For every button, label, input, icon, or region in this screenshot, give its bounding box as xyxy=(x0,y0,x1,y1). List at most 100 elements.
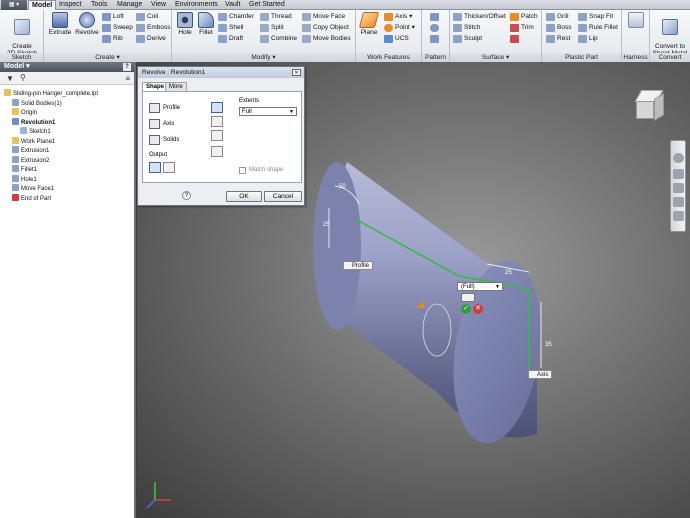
rule-fillet-button[interactable]: Rule Fillet xyxy=(578,23,618,33)
rib-button[interactable]: Rib xyxy=(102,34,123,44)
boss-button[interactable]: Boss xyxy=(546,23,571,33)
axis-button[interactable]: Axis ▾ xyxy=(384,12,412,22)
move-face-button[interactable]: Move Face xyxy=(302,12,345,22)
dimension-50[interactable]: 50 xyxy=(339,184,346,190)
look-at-icon[interactable] xyxy=(673,211,684,221)
dialog-close-icon[interactable]: ✕ xyxy=(292,69,301,76)
help-icon[interactable]: ? xyxy=(182,191,191,200)
coil-button[interactable]: Coil xyxy=(136,12,158,22)
emboss-button[interactable]: Emboss xyxy=(136,23,170,33)
pan-icon[interactable] xyxy=(673,169,684,179)
mini-toolbar-direction-button[interactable] xyxy=(461,293,475,302)
tree-item[interactable]: Sliding-pin Hanger_complete.ipt xyxy=(4,89,98,98)
split-button[interactable]: Split xyxy=(260,23,284,33)
revolve-button[interactable]: Revolve xyxy=(74,12,100,36)
extents-dropdown[interactable]: Full ▼ xyxy=(239,107,297,116)
ucs-button[interactable]: UCS xyxy=(384,34,409,44)
copy-object-button[interactable]: Copy Object xyxy=(302,23,349,33)
dialog-title-bar[interactable]: Revolve : Revolution1 ✕ xyxy=(138,67,304,78)
fillet-button[interactable]: Fillet xyxy=(196,12,216,36)
cut-button[interactable] xyxy=(211,116,223,127)
tab-vault[interactable]: Vault xyxy=(222,0,243,10)
apply-check-icon[interactable]: ✓ xyxy=(461,304,471,314)
thread-button[interactable]: Thread xyxy=(260,12,292,22)
extrude-button[interactable]: Extrude xyxy=(47,12,73,36)
dimension-25-right[interactable]: 25 xyxy=(505,270,512,276)
view-cube[interactable] xyxy=(634,86,668,122)
chamfer-button[interactable]: Chamfer xyxy=(218,12,254,22)
tree-item[interactable]: Sketch1 xyxy=(20,127,51,136)
combine-button[interactable]: Combine xyxy=(260,34,297,44)
loft-button[interactable]: Loft xyxy=(102,12,124,22)
cancel-button[interactable]: Cancel xyxy=(264,191,302,202)
tab-model[interactable]: Model xyxy=(28,0,57,10)
grill-button[interactable]: Grill xyxy=(546,12,569,22)
stitch-button[interactable]: Stitch xyxy=(453,23,480,33)
browser-menu-icon[interactable]: ≡ xyxy=(125,74,130,83)
rest-button[interactable]: Rest xyxy=(546,34,570,44)
harness-button[interactable] xyxy=(626,12,646,29)
tab-inspect[interactable]: Inspect xyxy=(56,0,85,10)
derive-button[interactable]: Derive xyxy=(136,34,166,44)
tree-item[interactable]: Revolution1 xyxy=(12,117,55,127)
tree-item[interactable]: End of Part xyxy=(12,193,51,203)
delete-face-button[interactable] xyxy=(510,34,519,44)
draft-button[interactable]: Draft xyxy=(218,34,243,44)
tree-item[interactable]: Hole1 xyxy=(12,174,37,184)
browser-close-icon[interactable]: ? xyxy=(123,63,131,71)
circular-pattern-button[interactable] xyxy=(430,23,439,33)
tab-more[interactable]: More xyxy=(165,82,187,91)
intersect-button[interactable] xyxy=(211,130,223,141)
output-surface-button[interactable] xyxy=(163,162,175,173)
tree-item[interactable]: Fillet1 xyxy=(12,165,37,174)
tree-item[interactable]: Solid Bodies(1) xyxy=(12,98,62,108)
patch-button[interactable]: Patch xyxy=(510,12,538,22)
tree-item[interactable]: Work Plane1 xyxy=(12,136,55,146)
tree-item[interactable]: Move Face1 xyxy=(12,184,54,193)
tab-environments[interactable]: Environments xyxy=(172,0,221,10)
move-bodies-button[interactable]: Move Bodies xyxy=(302,34,351,44)
output-solid-button[interactable] xyxy=(149,162,161,173)
convert-to-sheet-metal-button[interactable]: Convert to Sheet Metal xyxy=(651,12,689,57)
mini-toolbar-extents-dropdown[interactable]: (Full) ▼ xyxy=(457,282,503,291)
thicken-offset-button[interactable]: Thicken/Offset xyxy=(453,12,506,22)
orbit-icon[interactable] xyxy=(673,197,684,207)
sweep-button[interactable]: Sweep xyxy=(102,23,133,33)
tab-tools[interactable]: Tools xyxy=(88,0,110,10)
new-solid-button[interactable] xyxy=(211,146,223,157)
tree-item[interactable]: Extrusion2 xyxy=(12,155,49,165)
point-button[interactable]: Point ▾ xyxy=(384,23,415,33)
tree-item[interactable]: Extrusion1 xyxy=(12,146,49,155)
application-menu-button[interactable]: ▦ ▾ xyxy=(1,0,27,10)
tab-view[interactable]: View xyxy=(148,0,169,10)
dimension-35[interactable]: 35 xyxy=(545,342,552,348)
plane-button[interactable]: Plane xyxy=(358,12,380,36)
tree-item[interactable]: Origin xyxy=(12,108,37,117)
lip-button[interactable]: Lip xyxy=(578,34,598,44)
zoom-icon[interactable] xyxy=(673,183,684,193)
tab-get-started[interactable]: Get Started xyxy=(246,0,288,10)
join-button[interactable] xyxy=(211,102,223,113)
match-shape-checkbox[interactable]: Match shape xyxy=(239,166,283,175)
shell-button[interactable]: Shell xyxy=(218,23,243,33)
create-2d-sketch-button[interactable]: Create 2D Sketch xyxy=(6,12,38,57)
browser-title[interactable]: Model ▾ xyxy=(4,63,30,70)
steering-wheel-icon[interactable] xyxy=(673,153,684,163)
dimension-25-left[interactable]: 25 xyxy=(323,222,330,228)
profile-tag[interactable]: Profile xyxy=(343,261,374,270)
find-icon[interactable]: ⚲ xyxy=(20,73,26,82)
profile-selector[interactable]: Profile xyxy=(149,102,180,114)
hole-button[interactable]: Hole xyxy=(175,12,195,36)
sculpt-button[interactable]: Sculpt xyxy=(453,34,482,44)
tab-manage[interactable]: Manage xyxy=(114,0,145,10)
axis-selector[interactable]: Axis xyxy=(149,118,174,130)
solids-selector[interactable]: Solids xyxy=(149,134,179,146)
rectangular-pattern-button[interactable] xyxy=(430,12,439,22)
filter-icon[interactable]: ▼ xyxy=(6,74,14,83)
ok-button[interactable]: OK xyxy=(226,191,262,202)
mirror-button[interactable] xyxy=(430,34,439,44)
axis-tag[interactable]: Axis xyxy=(528,370,553,379)
trim-button[interactable]: Trim xyxy=(510,23,534,33)
cancel-x-icon[interactable]: ✕ xyxy=(473,304,483,314)
snap-fit-button[interactable]: Snap Fit xyxy=(578,12,613,22)
